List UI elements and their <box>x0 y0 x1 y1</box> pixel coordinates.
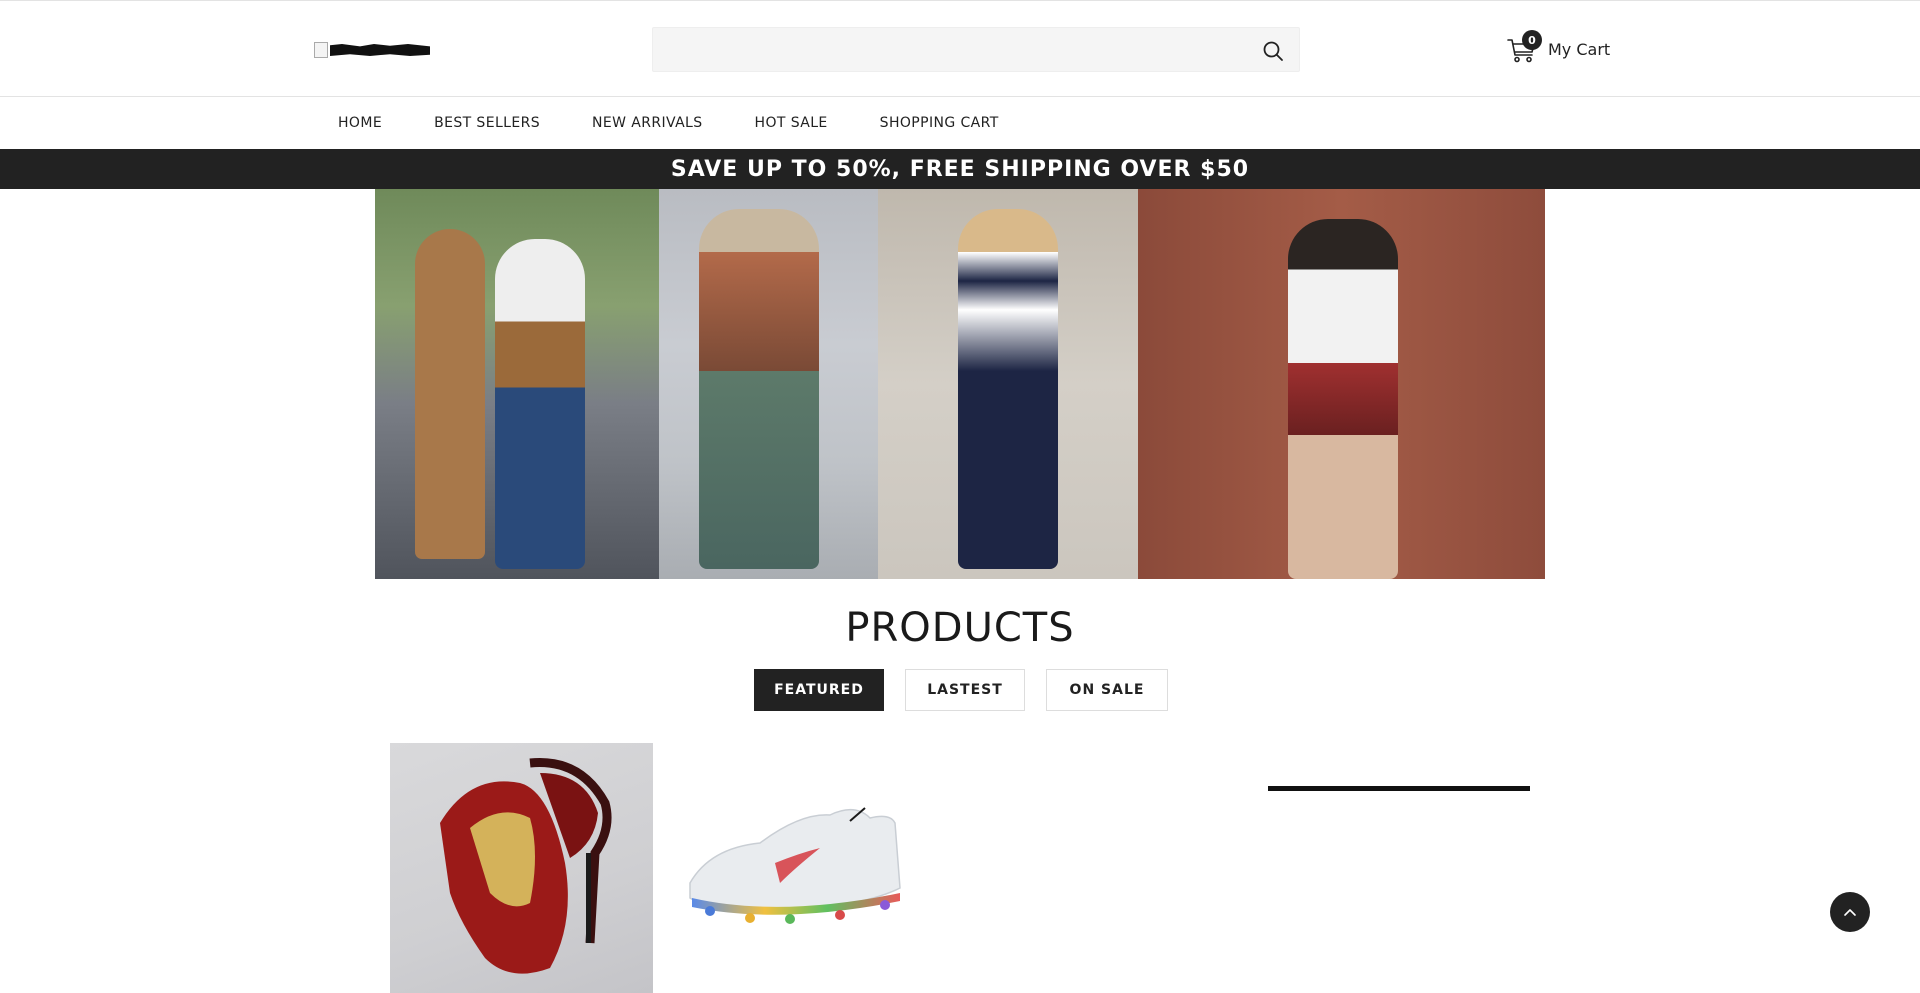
cart-link[interactable]: 0 My Cart <box>1506 30 1611 67</box>
nav-item-new-arrivals[interactable]: NEW ARRIVALS <box>592 115 703 131</box>
product-image-white-cleats <box>689 807 901 924</box>
nav-item-shopping-cart[interactable]: SHOPPING CART <box>880 115 999 131</box>
hero-banner[interactable] <box>375 189 1545 579</box>
logo-mark <box>330 44 430 56</box>
product-tabs: FEATURED LASTEST ON SALE <box>754 669 1168 711</box>
site-logo[interactable] <box>314 41 434 59</box>
broken-image-icon <box>314 42 328 58</box>
chevron-up-icon <box>1844 909 1856 916</box>
product-card-white-cleats[interactable] <box>680 743 943 993</box>
tab-on-sale[interactable]: ON SALE <box>1046 669 1168 711</box>
promo-text: SAVE UP TO 50%, FREE SHIPPING OVER $50 <box>670 156 1250 182</box>
hero-photo-plaid-poncho <box>659 189 878 579</box>
search-input[interactable] <box>653 28 1299 71</box>
product-card-red-heels[interactable] <box>390 743 653 993</box>
promo-banner: SAVE UP TO 50%, FREE SHIPPING OVER $50 <box>0 149 1920 189</box>
search-icon[interactable] <box>1261 39 1285 63</box>
cart-count-badge: 0 <box>1522 30 1542 50</box>
nav-item-hot-sale[interactable]: HOT SALE <box>755 115 828 131</box>
loading-bar <box>1268 786 1530 791</box>
main-nav: HOME BEST SELLERS NEW ARRIVALS HOT SALE … <box>0 97 1920 149</box>
hero-photo-street-walk <box>375 189 659 579</box>
tab-featured[interactable]: FEATURED <box>754 669 884 711</box>
cart-icon: 0 <box>1506 30 1542 65</box>
tab-lastest[interactable]: LASTEST <box>905 669 1025 711</box>
cart-label: My Cart <box>1548 39 1611 59</box>
search-box <box>652 27 1300 72</box>
product-image-red-heels <box>440 758 612 974</box>
products-section-title: PRODUCTS <box>845 605 1075 651</box>
back-to-top-button[interactable] <box>1830 892 1870 932</box>
nav-item-home[interactable]: HOME <box>338 115 382 131</box>
hero-photo-plaid-skirt <box>1138 189 1545 579</box>
hero-photo-striped-tee <box>878 189 1138 579</box>
site-header: 0 My Cart <box>0 0 1920 97</box>
nav-item-best-sellers[interactable]: BEST SELLERS <box>434 115 540 131</box>
